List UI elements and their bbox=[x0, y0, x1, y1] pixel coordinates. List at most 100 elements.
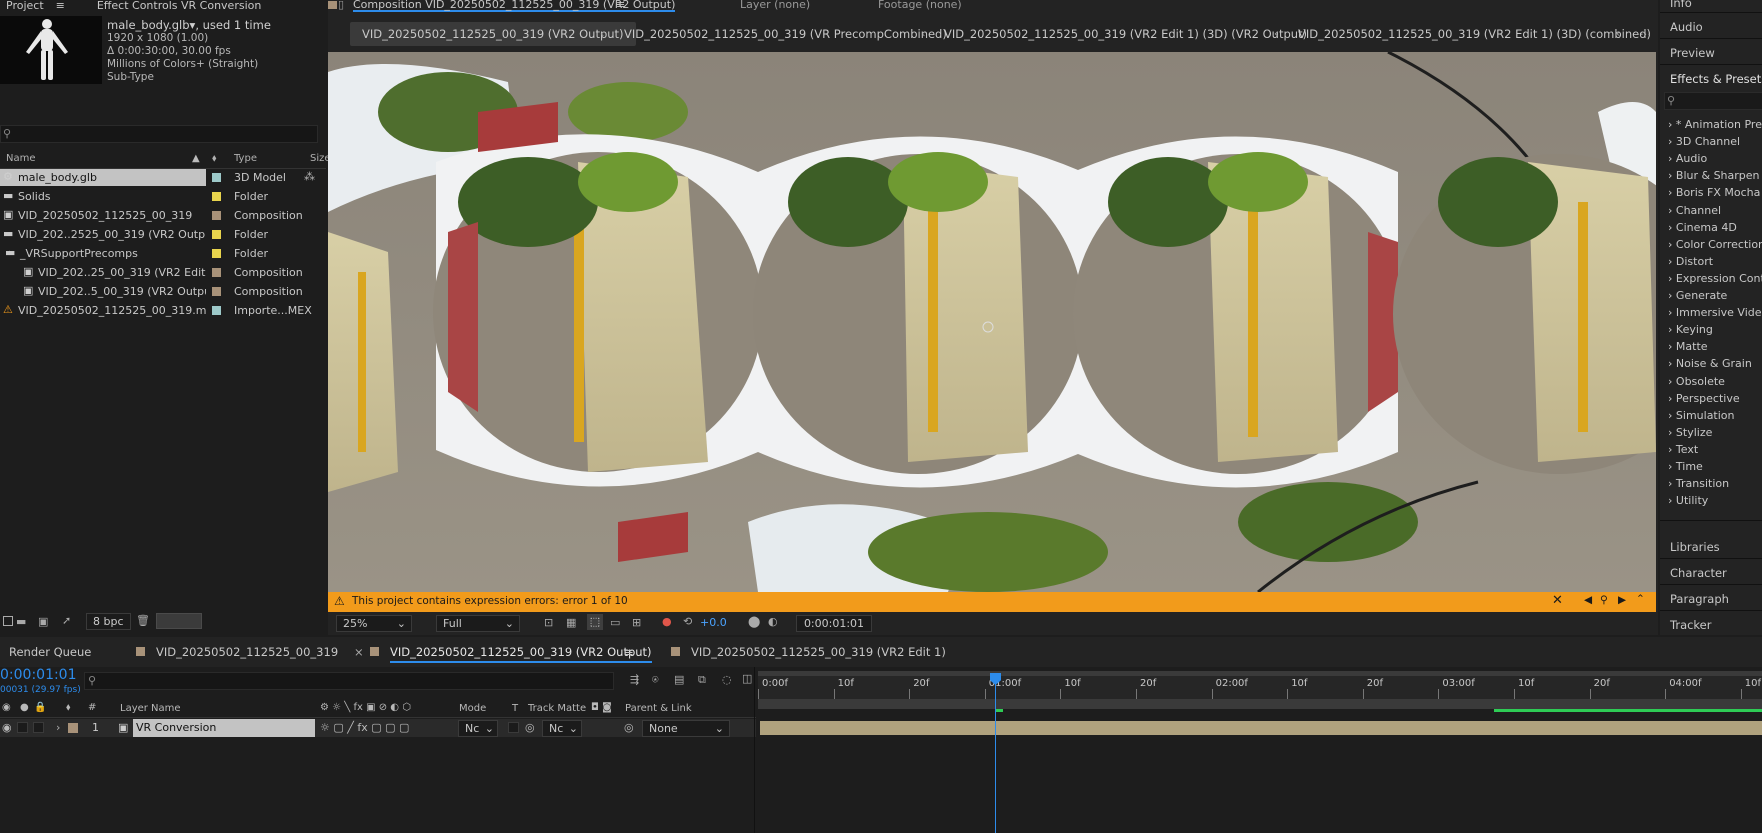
expand-chevron-icon[interactable]: › bbox=[1668, 289, 1672, 302]
project-item-name[interactable]: Solids bbox=[0, 188, 206, 205]
effects-category[interactable]: › Noise & Grain bbox=[1668, 357, 1752, 370]
tab-layer[interactable]: Layer (none) bbox=[740, 0, 810, 10]
label-swatch[interactable] bbox=[212, 192, 221, 201]
fast-previews-icon[interactable]: ⊡ bbox=[544, 616, 553, 629]
panel-tracker[interactable]: Tracker bbox=[1670, 618, 1712, 632]
layer-row[interactable]: ◉ › 1 ▣ VR Conversion ☼ ▢ ╱ fx ▢ ▢ ▢ Nc ⌄… bbox=[0, 719, 756, 737]
viewer-tab-precomp-combined[interactable]: VID_20250502_112525_00_319 (VR PrecompCo… bbox=[612, 22, 959, 46]
project-item-name[interactable]: male_body.glb bbox=[0, 169, 206, 186]
solo-checkbox[interactable] bbox=[17, 722, 28, 733]
magnification-select[interactable]: 25% ⌄ bbox=[336, 615, 412, 632]
effects-category[interactable]: › Channel bbox=[1668, 204, 1721, 217]
camera-icon[interactable]: ⬤ bbox=[748, 615, 760, 628]
effects-category[interactable]: › Color Correction bbox=[1668, 238, 1762, 251]
expand-chevron-icon[interactable]: › bbox=[1668, 357, 1672, 370]
label-swatch[interactable] bbox=[212, 287, 221, 296]
effects-category[interactable]: › Distort bbox=[1668, 255, 1713, 268]
chevron-left-icon[interactable]: ‹ bbox=[1274, 27, 1278, 40]
comp-mini-flowchart-icon[interactable]: ⇶ bbox=[630, 673, 639, 686]
label-swatch[interactable] bbox=[212, 230, 221, 239]
chevron-left-icon[interactable]: ‹ bbox=[921, 27, 925, 40]
expand-chevron-icon[interactable]: › bbox=[1668, 272, 1672, 285]
label-swatch[interactable] bbox=[212, 306, 221, 315]
project-item-name[interactable]: VID_20250502_112525_00_319 bbox=[0, 207, 206, 224]
column-mode[interactable]: Mode bbox=[459, 703, 486, 714]
close-icon[interactable]: × bbox=[354, 645, 364, 659]
panel-audio[interactable]: Audio bbox=[1670, 20, 1703, 34]
frame-blending-icon[interactable]: ⧉ bbox=[698, 673, 706, 687]
timeline-search-input[interactable]: ⚲ bbox=[84, 672, 614, 690]
effects-category[interactable]: › Immersive Video bbox=[1668, 306, 1762, 319]
effects-category[interactable]: › Generate bbox=[1668, 289, 1727, 302]
solo-icon[interactable]: ● bbox=[20, 702, 29, 713]
time-ruler[interactable]: 0:00f 10f 20f 01:00f 10f 20f 02:00f 10f 20f 03:00… bbox=[758, 671, 1762, 699]
flowchart-icon[interactable]: ⁂ bbox=[304, 170, 315, 183]
label-swatch[interactable] bbox=[212, 249, 221, 258]
expand-chevron-icon[interactable]: › bbox=[1668, 477, 1672, 490]
previous-error-icon[interactable]: ◀ bbox=[1584, 594, 1592, 606]
project-search-input[interactable]: ⚲ bbox=[0, 125, 318, 143]
label-swatch[interactable] bbox=[212, 173, 221, 182]
effects-category[interactable]: › Perspective bbox=[1668, 392, 1740, 405]
expand-chevron-icon[interactable]: › bbox=[1668, 426, 1672, 439]
parent-pickwhip-icon[interactable]: ◎ bbox=[624, 721, 634, 734]
chevron-left-icon[interactable]: ‹ bbox=[600, 27, 604, 40]
expand-chevron-icon[interactable]: › bbox=[1668, 409, 1672, 422]
parent-select[interactable]: None ⌄ bbox=[642, 720, 730, 737]
tab-comp-vr2-edit1[interactable]: VID_20250502_112525_00_319 (VR2 Edit 1) bbox=[691, 645, 946, 659]
project-item-row[interactable]: VID_202..5_00_319 (VR2 Output) ▣ Compositi… bbox=[0, 282, 326, 301]
new-composition-icon[interactable]: ▣ bbox=[38, 615, 48, 628]
playhead[interactable] bbox=[995, 675, 996, 833]
tab-comp-vr2-output[interactable]: VID_20250502_112525_00_319 (VR2 Output) bbox=[390, 645, 652, 663]
tab-footage[interactable]: Footage (none) bbox=[878, 0, 962, 10]
effects-category[interactable]: › * Animation Presets bbox=[1668, 118, 1762, 131]
lock-checkbox[interactable] bbox=[33, 722, 44, 733]
layer-switches[interactable]: ☼ ▢ ╱ fx ▢ ▢ ▢ bbox=[320, 721, 409, 734]
panel-libraries[interactable]: Libraries bbox=[1670, 540, 1720, 554]
expand-chevron-icon[interactable]: › bbox=[56, 721, 60, 734]
effects-category[interactable]: › Time bbox=[1668, 460, 1703, 473]
current-time-display[interactable]: 0:00:01:01 bbox=[0, 667, 77, 683]
new-folder-icon[interactable]: ▬ bbox=[16, 615, 26, 628]
region-of-interest-icon[interactable]: ⬚ bbox=[587, 614, 603, 630]
hamburger-menu-icon[interactable]: ≡ bbox=[50, 0, 71, 12]
transparency-grid-icon[interactable]: ▦ bbox=[566, 616, 576, 629]
preserve-transparency-checkbox[interactable] bbox=[508, 722, 519, 733]
color-channels-icon[interactable]: ● bbox=[662, 615, 672, 628]
effects-category[interactable]: › Transition bbox=[1668, 477, 1729, 490]
reset-exposure-icon[interactable]: ⟲ bbox=[683, 615, 692, 628]
composition-viewer[interactable] bbox=[328, 52, 1656, 592]
expand-chevron-icon[interactable]: › bbox=[1668, 238, 1672, 251]
more-tabs-icon[interactable]: … bbox=[1640, 25, 1651, 38]
close-icon[interactable]: ✕ bbox=[1552, 593, 1563, 608]
effects-category[interactable]: › Keying bbox=[1668, 323, 1713, 336]
effects-category[interactable]: › Utility bbox=[1668, 494, 1708, 507]
hamburger-menu-icon[interactable]: ≡ bbox=[624, 645, 634, 659]
expand-chevron-icon[interactable]: › bbox=[1668, 375, 1672, 388]
bpc-button[interactable]: 8 bpc bbox=[86, 613, 131, 630]
panel-effects-presets[interactable]: Effects & Presets bbox=[1670, 72, 1762, 86]
effects-category[interactable]: › Audio bbox=[1668, 152, 1707, 165]
trash-icon[interactable]: 🗑 bbox=[136, 614, 150, 627]
project-item-row[interactable]: VID_202..2525_00_319 (VR2 Output) ▬ Folder bbox=[0, 225, 326, 244]
lock-icon[interactable]: 🔒 bbox=[34, 702, 46, 713]
tab-effect-controls[interactable]: Effect Controls VR Conversion bbox=[91, 0, 267, 12]
project-item-row[interactable]: male_body.glb ⚙ 3D Model ⁂ bbox=[0, 168, 326, 187]
project-item-row[interactable]: Solids ▬ Folder bbox=[0, 187, 326, 206]
column-layer-name[interactable]: Layer Name bbox=[120, 703, 181, 714]
chevron-left-icon[interactable]: ‹ bbox=[1616, 27, 1620, 40]
expand-chevron-icon[interactable]: › bbox=[1668, 494, 1672, 507]
expand-chevron-icon[interactable]: › bbox=[1668, 118, 1672, 131]
matte-pickwhip-icon[interactable]: ◎ bbox=[525, 721, 535, 734]
exposure-value[interactable]: +0.0 bbox=[700, 616, 727, 629]
expand-chevron-icon[interactable]: › bbox=[1668, 460, 1672, 473]
layer-label-swatch[interactable] bbox=[68, 723, 78, 733]
viewer-tab-edit1-vr2-output[interactable]: VID_20250502_112525_00_319 (VR2 Edit 1) … bbox=[932, 22, 1319, 46]
effects-search-input[interactable]: ⚲ bbox=[1664, 92, 1762, 110]
expand-chevron-icon[interactable]: › bbox=[1668, 340, 1672, 353]
expand-chevron-icon[interactable]: › bbox=[1668, 169, 1672, 182]
collapse-icon[interactable]: ⌃ bbox=[1636, 593, 1645, 605]
project-item-row[interactable]: › _VRSupportPrecomps ▬ Folder bbox=[0, 244, 326, 263]
column-name[interactable]: Name bbox=[6, 153, 36, 169]
project-item-row[interactable]: VID_20250502_112525_00_319.mp4 ⚠ Importe..… bbox=[0, 301, 326, 320]
